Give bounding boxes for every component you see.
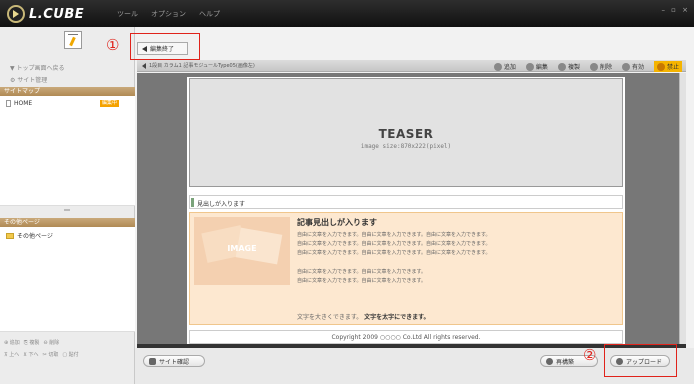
module-forbid-label: 禁止 [666,64,679,71]
tree-cut-label: 切取 [48,352,59,358]
panel-splitter[interactable] [64,209,70,211]
nav-back-top[interactable]: ▼ トップ画面へ戻る [10,63,65,72]
nav-back-top-label: トップ画面へ戻る [16,65,65,72]
module-add-label: 追加 [503,64,516,71]
edit-icon [525,62,534,71]
teaser-block[interactable]: TEASER image size:870x222(pixel) [189,78,623,187]
article-line: 自由に文章を入力できます。自由に文章を入力できます。自由に文章を入力できます。 [297,241,491,247]
other-pages-tree: その他ページ [0,227,135,332]
tree-delete-button[interactable]: ⊖ 削除 [43,339,59,346]
bold-text: 文字を太字にできます。 [364,314,430,321]
check-icon [621,62,630,71]
tree-delete-label: 削除 [49,340,60,346]
article-image: IMAGE [194,217,290,285]
tree-down-button[interactable]: ⊻ 下へ [23,351,38,358]
module-enable-button[interactable]: 有効 [621,62,644,71]
teaser-title: TEASER [378,127,434,141]
heading-text: 見出しが入ります [197,201,246,208]
logo-play-icon [7,5,25,23]
tree-up-button[interactable]: ⊼ 上へ [4,351,19,358]
teaser-size: image size:870x222(pixel) [360,143,452,150]
site-check-button[interactable]: サイト確認 [143,355,205,367]
page-icon [6,100,11,107]
folder-icon [6,232,14,239]
tree-add-label: 追加 [9,340,20,346]
article-line: 自由に文章を入力できます。自由に文章を入力できます。 [297,269,427,275]
tree-actions-row2: ⊼ 上へ ⊻ 下へ ✂ 切取 ▢ 貼付 [0,351,135,358]
breadcrumb: 1段目 カラム1 記事モジュールType05(画像左) [142,62,255,69]
tree-item-home[interactable]: HOME [6,100,32,107]
module-edit-label: 編集 [535,64,548,71]
plus-circle-icon [493,62,502,71]
tree-copy-label: 複製 [29,340,40,346]
menu-item-tools[interactable]: ツール [117,9,138,19]
article-title: 記事見出しが入ります [297,218,377,227]
app-logo: L.CUBE [7,5,84,23]
forbid-icon [656,62,665,71]
edit-pencil-icon[interactable] [64,31,82,49]
annotation-1: ① [106,36,120,54]
highlight-upload [604,344,677,377]
left-panel: ▼ トップ画面へ戻る ⚙ サイト管理 サイトマップ HOME 編集中 その他ペー… [0,27,135,384]
refresh-icon [546,357,553,365]
sitemap-heading: サイトマップ [0,87,135,96]
module-enable-label: 有効 [631,64,644,71]
menu-item-options[interactable]: オプション [151,9,186,19]
tree-paste-label: 貼付 [68,352,79,358]
nav-site-manage-label: サイト管理 [17,77,48,84]
article-line: 自由に文章を入力できます。自由に文章を入力できます。自由に文章を入力できます。 [297,232,491,238]
article-module[interactable]: IMAGE 記事見出しが入ります 自由に文章を入力できます。自由に文章を入力でき… [189,212,623,325]
tree-paste-button[interactable]: ▢ 貼付 [62,351,78,358]
module-delete-label: 削除 [599,64,612,71]
vertical-scrollbar[interactable] [679,73,686,344]
tree-item-other-label: その他ページ [17,233,53,240]
tree-item-home-label: HOME [14,100,33,107]
tree-item-other[interactable]: その他ページ [6,231,53,240]
module-toolbar: 1段目 カラム1 記事モジュールType05(画像左) 追加 編集 複製 削除 … [137,60,686,72]
image-label: IMAGE [227,244,257,253]
breadcrumb-text: 1段目 カラム1 記事モジュールType05(画像左) [149,63,255,69]
article-emphasis: 文字を大きくできます。 文字を太字にできます。 [297,312,430,321]
highlight-edit-end [130,33,200,60]
module-edit-button[interactable]: 編集 [525,62,548,71]
footer-block[interactable]: Copyright 2009 ○○○○ Co.Ltd All rights re… [189,330,623,344]
page-preview: TEASER image size:870x222(pixel) 見出しが入りま… [187,77,625,348]
page-preview-area: TEASER image size:870x222(pixel) 見出しが入りま… [137,73,686,348]
article-line: 自由に文章を入力できます。自由に文章を入力できます。自由に文章を入力できます。 [297,250,491,256]
tree-down-label: 下へ [28,352,39,358]
annotation-2: ② [583,346,597,364]
menu-item-help[interactable]: ヘルプ [199,9,220,19]
sitemap-tree: HOME [0,96,135,206]
monitor-icon [149,357,156,365]
big-text: 文字を大きくできます。 [297,314,363,321]
window-controls[interactable]: – ▫ × [661,6,690,14]
article-line: 自由に文章を入力できます。自由に文章を入力できます。 [297,278,427,284]
module-delete-button[interactable]: 削除 [589,62,612,71]
menu-bar: ツール オプション ヘルプ [117,9,220,19]
module-copy-button[interactable]: 複製 [557,62,580,71]
tree-up-label: 上へ [9,352,20,358]
heading-block[interactable]: 見出しが入ります [189,195,623,209]
footer-text: Copyright 2009 ○○○○ Co.Ltd All rights re… [331,334,481,341]
module-add-button[interactable]: 追加 [493,62,516,71]
brand-name: L.CUBE [29,6,85,22]
module-forbid-button[interactable]: 禁止 [653,61,682,72]
rebuild-label: 再構築 [556,358,575,366]
module-actions: 追加 編集 複製 削除 有効 禁止 [493,61,682,72]
tree-add-button[interactable]: ⊕ 追加 [4,339,20,346]
back-arrow-icon[interactable] [142,62,146,69]
tree-copy-button[interactable]: ⎘ 複製 [24,339,40,346]
copy-icon [557,62,566,71]
title-bar: L.CUBE ツール オプション ヘルプ – ▫ × [0,0,694,27]
nav-site-manage[interactable]: ⚙ サイト管理 [10,75,47,84]
other-pages-heading: その他ページ [0,218,135,227]
minus-circle-icon [589,62,598,71]
editing-badge: 編集中 [100,100,119,107]
site-check-label: サイト確認 [159,358,190,366]
tree-actions-row1: ⊕ 追加 ⎘ 複製 ⊖ 削除 [0,339,135,346]
module-copy-label: 複製 [567,64,580,71]
tree-cut-button[interactable]: ✂ 切取 [43,351,59,358]
